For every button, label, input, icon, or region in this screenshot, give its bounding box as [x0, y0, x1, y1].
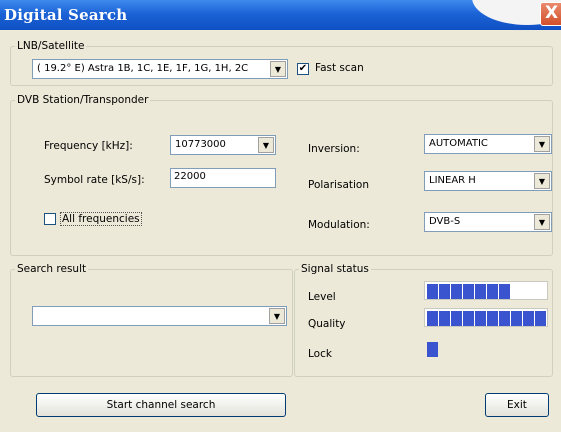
inversion-value: AUTOMATIC [429, 138, 488, 149]
signal-segment [451, 311, 462, 326]
signal-segment [427, 311, 438, 326]
fast-scan-checkbox[interactable]: ✔ [297, 63, 309, 75]
signal-segment [499, 311, 510, 326]
symbol-rate-input[interactable] [174, 171, 268, 182]
polarisation-dropdown[interactable]: LINEAR H ▼ [424, 171, 552, 191]
chevron-down-icon[interactable]: ▼ [534, 173, 550, 189]
search-result-legend: Search result [17, 263, 87, 275]
digital-search-dialog: Digital Search X LNB/Satellite ( 19.2° E… [0, 0, 561, 432]
modulation-dropdown[interactable]: DVB-S ▼ [424, 212, 552, 232]
signal-segment [511, 311, 522, 326]
satellite-value: ( 19.2° E) Astra 1B, 1C, 1E, 1F, 1G, 1H,… [37, 63, 249, 74]
window-title: Digital Search [4, 6, 128, 24]
modulation-value: DVB-S [429, 216, 461, 227]
signal-segment [463, 311, 474, 326]
signal-segment [427, 342, 438, 357]
close-icon: X [545, 3, 559, 23]
exit-button[interactable]: Exit [485, 393, 549, 417]
chevron-down-icon[interactable]: ▼ [258, 137, 274, 153]
frequency-label: Frequency [kHz]: [44, 140, 133, 152]
chevron-down-icon[interactable]: ▼ [269, 308, 285, 324]
symbol-rate-label: Symbol rate [kS/s]: [44, 174, 145, 186]
all-frequencies-label: All frequencies [60, 212, 142, 226]
quality-meter [424, 308, 548, 327]
signal-segment [475, 311, 486, 326]
search-result-dropdown[interactable]: ▼ [32, 306, 287, 326]
lock-label: Lock [308, 348, 332, 360]
signal-segment [535, 311, 546, 326]
signal-segment [499, 284, 510, 299]
frequency-dropdown[interactable]: 10773000 ▼ [170, 135, 276, 155]
title-bar[interactable]: Digital Search X [0, 0, 561, 30]
signal-segment [439, 311, 450, 326]
level-label: Level [308, 291, 336, 303]
lnb-satellite-legend: LNB/Satellite [17, 40, 85, 52]
signal-status-legend: Signal status [301, 263, 369, 275]
signal-segment [451, 284, 462, 299]
frequency-value: 10773000 [175, 139, 226, 150]
chevron-down-icon[interactable]: ▼ [270, 61, 286, 77]
level-meter [424, 281, 548, 300]
signal-segment [439, 284, 450, 299]
polarisation-label: Polarisation [308, 179, 369, 191]
signal-segment [463, 284, 474, 299]
signal-segment [487, 284, 498, 299]
start-channel-search-button[interactable]: Start channel search [36, 393, 286, 417]
dvb-transponder-legend: DVB Station/Transponder [17, 94, 149, 106]
lock-meter [424, 339, 548, 358]
modulation-label: Modulation: [308, 219, 370, 231]
inversion-label: Inversion: [308, 143, 360, 155]
signal-segment [475, 284, 486, 299]
inversion-dropdown[interactable]: AUTOMATIC ▼ [424, 134, 552, 154]
signal-segment [427, 284, 438, 299]
chevron-down-icon[interactable]: ▼ [534, 136, 550, 152]
quality-label: Quality [308, 318, 346, 330]
symbol-rate-field[interactable] [170, 168, 276, 188]
polarisation-value: LINEAR H [429, 175, 476, 186]
chevron-down-icon[interactable]: ▼ [534, 214, 550, 230]
all-frequencies-checkbox[interactable] [44, 213, 56, 225]
close-button[interactable]: X [540, 2, 561, 26]
signal-segment [523, 311, 534, 326]
fast-scan-label: Fast scan [315, 62, 364, 74]
satellite-dropdown[interactable]: ( 19.2° E) Astra 1B, 1C, 1E, 1F, 1G, 1H,… [32, 59, 288, 79]
signal-segment [487, 311, 498, 326]
